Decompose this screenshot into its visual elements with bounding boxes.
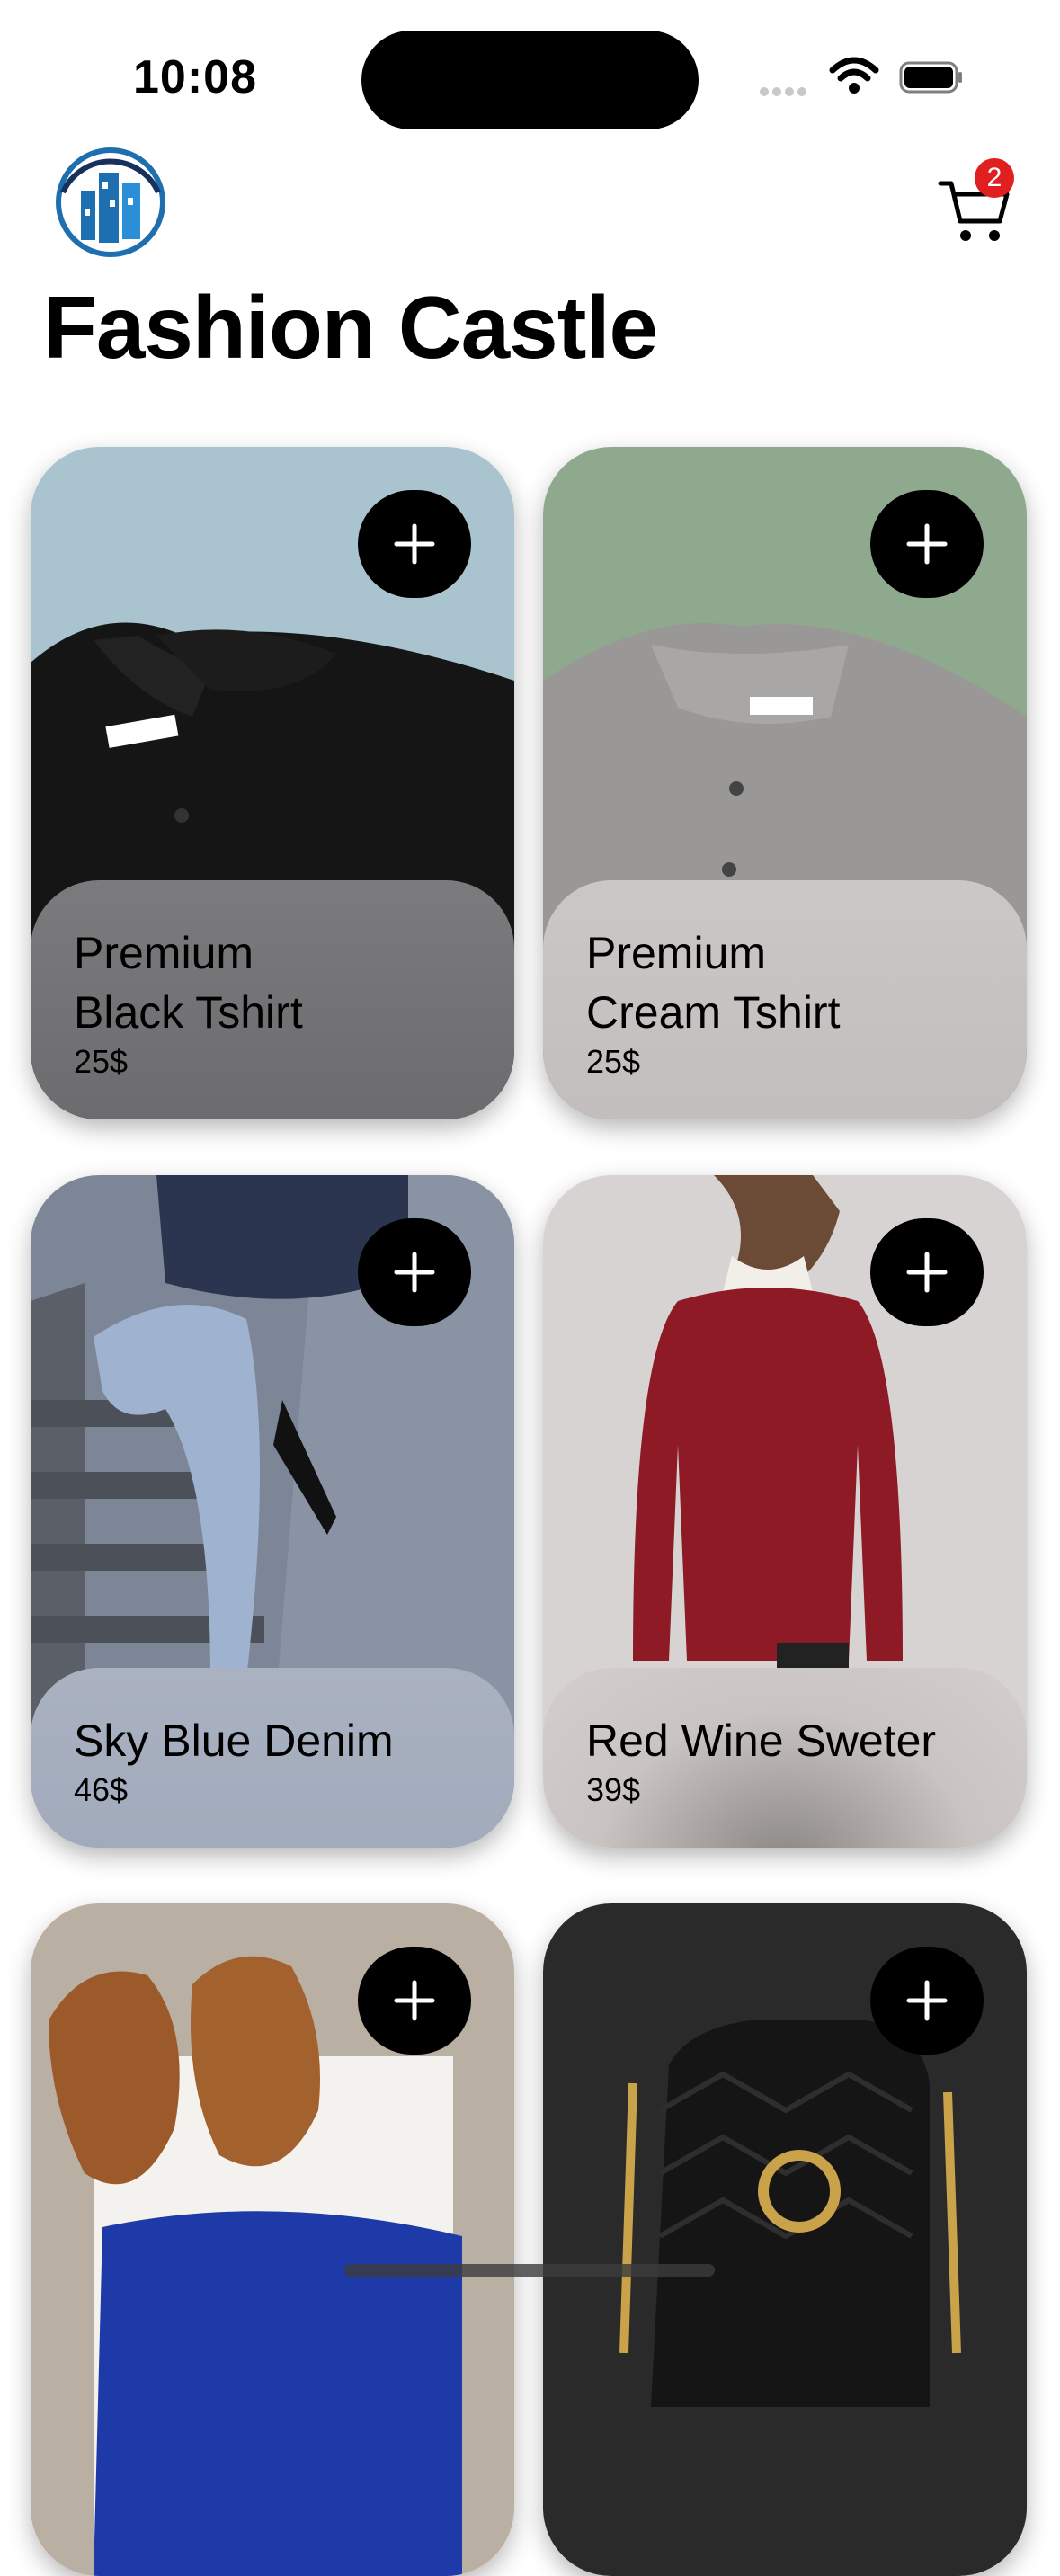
signal-icon (760, 85, 810, 101)
product-info: Premium Cream Tshirt 25$ (543, 880, 1027, 1119)
add-to-cart-button[interactable] (358, 1947, 471, 2055)
product-price: 25$ (74, 1043, 129, 1080)
add-to-cart-button[interactable] (358, 490, 471, 598)
product-price: 46$ (74, 1771, 129, 1808)
plus-icon (906, 523, 948, 565)
status-time: 10:08 (133, 51, 257, 103)
page-title: Fashion Castle (43, 278, 658, 377)
product-card[interactable]: Premium Cream Tshirt 25$ (543, 447, 1027, 1119)
home-indicator[interactable] (344, 2264, 715, 2277)
product-name: Red Wine Sweter (586, 1716, 937, 1766)
product-card[interactable]: Premium Black Tshirt 25$ (31, 447, 514, 1119)
battery-icon (899, 61, 962, 94)
product-info: Red Wine Sweter 39$ (543, 1668, 1027, 1848)
plus-icon (394, 1980, 435, 2021)
product-info: Sky Blue Denim 46$ (31, 1668, 514, 1848)
wifi-icon (829, 57, 879, 94)
product-price: 39$ (586, 1771, 641, 1808)
product-name: Premium Cream Tshirt (586, 928, 841, 1038)
product-card[interactable] (543, 1903, 1027, 2576)
product-card[interactable]: Sky Blue Denim 46$ (31, 1175, 514, 1848)
add-to-cart-button[interactable] (870, 1947, 984, 2055)
add-to-cart-button[interactable] (870, 1218, 984, 1326)
cart-count-badge: 2 (975, 158, 1014, 198)
plus-icon (394, 1252, 435, 1293)
product-price: 25$ (586, 1043, 641, 1080)
add-to-cart-button[interactable] (870, 490, 984, 598)
castle-logo-icon[interactable] (54, 146, 167, 259)
plus-icon (906, 1252, 948, 1293)
product-name: Premium Black Tshirt (74, 928, 303, 1038)
product-name: Sky Blue Denim (74, 1716, 394, 1766)
plus-icon (394, 523, 435, 565)
product-card[interactable]: Red Wine Sweter 39$ (543, 1175, 1027, 1848)
dynamic-island (361, 31, 699, 129)
add-to-cart-button[interactable] (358, 1218, 471, 1326)
product-card[interactable] (31, 1903, 514, 2576)
plus-icon (906, 1980, 948, 2021)
product-info: Premium Black Tshirt 25$ (31, 880, 514, 1119)
